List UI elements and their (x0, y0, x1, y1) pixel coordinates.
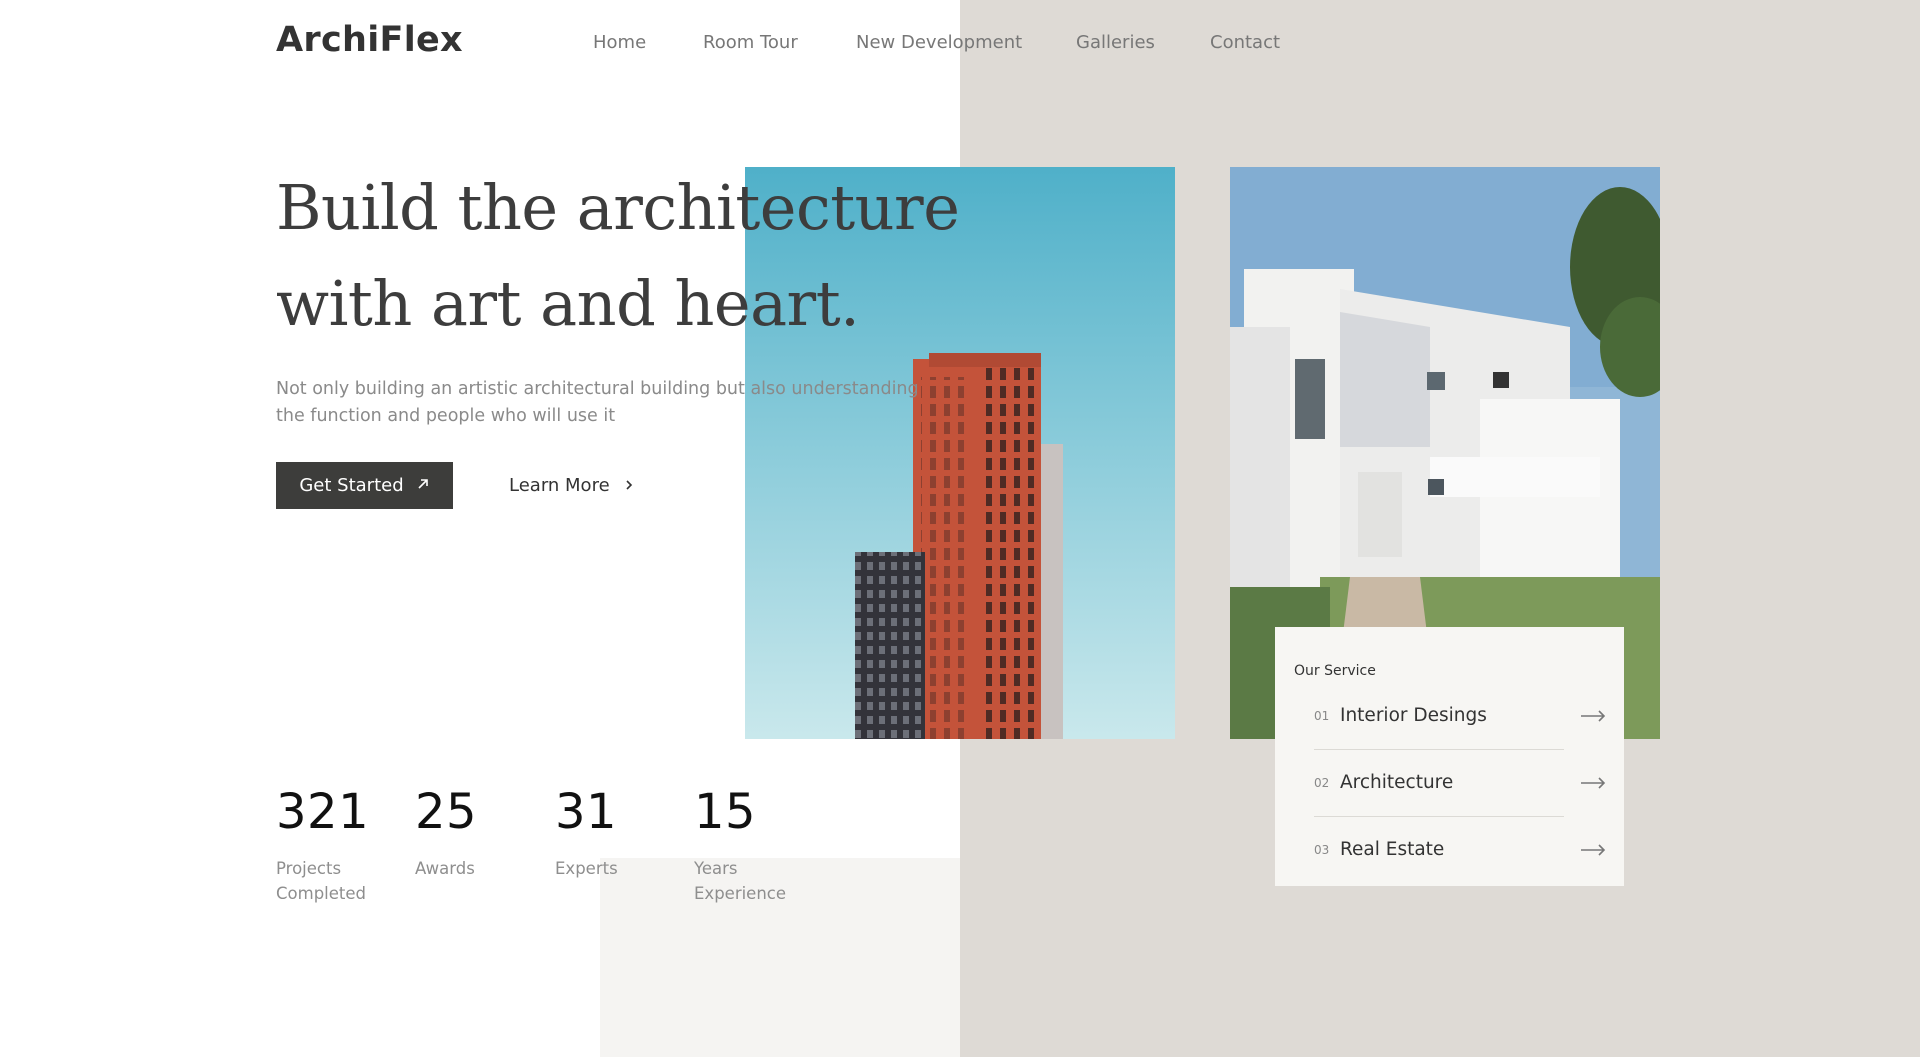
nav-galleries[interactable]: Galleries (1076, 32, 1155, 53)
nav-contact[interactable]: Contact (1210, 32, 1280, 53)
stat-years: 15 Years Experience (694, 780, 834, 906)
stat-value: 31 (555, 784, 618, 840)
brand-logo[interactable]: ArchiFlex (276, 20, 463, 60)
arrow-right-icon (1580, 703, 1606, 728)
stat-label: Experts (555, 856, 695, 881)
service-name: Real Estate (1340, 839, 1445, 860)
hero-headline: Build the architecture with art and hear… (276, 160, 960, 352)
hero-headline-line2: with art and heart. (276, 267, 860, 340)
arrow-up-right-icon (416, 475, 430, 496)
hero-headline-line1: Build the architecture (276, 171, 960, 244)
chevron-right-icon (624, 475, 634, 496)
service-name: Architecture (1340, 772, 1454, 793)
service-index: 01 (1314, 708, 1330, 723)
stat-value: 321 (276, 784, 370, 840)
stat-projects: 321 Projects Completed (276, 780, 416, 906)
service-name: Interior Desings (1340, 705, 1487, 726)
learn-more-label: Learn More (509, 475, 610, 496)
service-card: Our Service 01 Interior Desings 02 Archi… (1275, 627, 1624, 886)
hero-subtitle-line1: Not only building an artistic architectu… (276, 379, 919, 399)
get-started-button[interactable]: Get Started (276, 462, 453, 509)
service-item-real-estate[interactable]: 03 Real Estate (1314, 816, 1606, 883)
stat-experts: 31 Experts (555, 780, 695, 881)
hero-subtitle: Not only building an artistic architectu… (276, 376, 976, 430)
stat-label: Projects Completed (276, 856, 416, 906)
stat-label-line2: Experience (694, 884, 787, 903)
arrow-right-icon (1580, 770, 1606, 795)
service-index: 02 (1314, 775, 1330, 790)
service-index: 03 (1314, 842, 1330, 857)
stat-label-line1: Years (694, 859, 738, 878)
stat-label-line1: Projects (276, 859, 342, 878)
service-title: Our Service (1294, 663, 1376, 679)
nav-new-development[interactable]: New Development (856, 32, 1022, 53)
stat-label-line2: Completed (276, 884, 366, 903)
stat-value: 25 (415, 784, 478, 840)
stat-label: Years Experience (694, 856, 834, 906)
arrow-right-icon (1580, 837, 1606, 862)
service-item-interior[interactable]: 01 Interior Desings (1314, 682, 1606, 749)
learn-more-button[interactable]: Learn More (509, 462, 634, 509)
service-item-architecture[interactable]: 02 Architecture (1314, 749, 1606, 816)
stat-value: 15 (694, 784, 757, 840)
stat-awards: 25 Awards (415, 780, 555, 881)
nav-home[interactable]: Home (593, 32, 646, 53)
nav-room-tour[interactable]: Room Tour (703, 32, 798, 53)
hero-subtitle-line2: the function and people who will use it (276, 406, 616, 426)
get-started-label: Get Started (299, 475, 404, 496)
stat-label-line1: Awards (415, 859, 475, 878)
stat-label: Awards (415, 856, 555, 881)
stat-label-line1: Experts (555, 859, 618, 878)
